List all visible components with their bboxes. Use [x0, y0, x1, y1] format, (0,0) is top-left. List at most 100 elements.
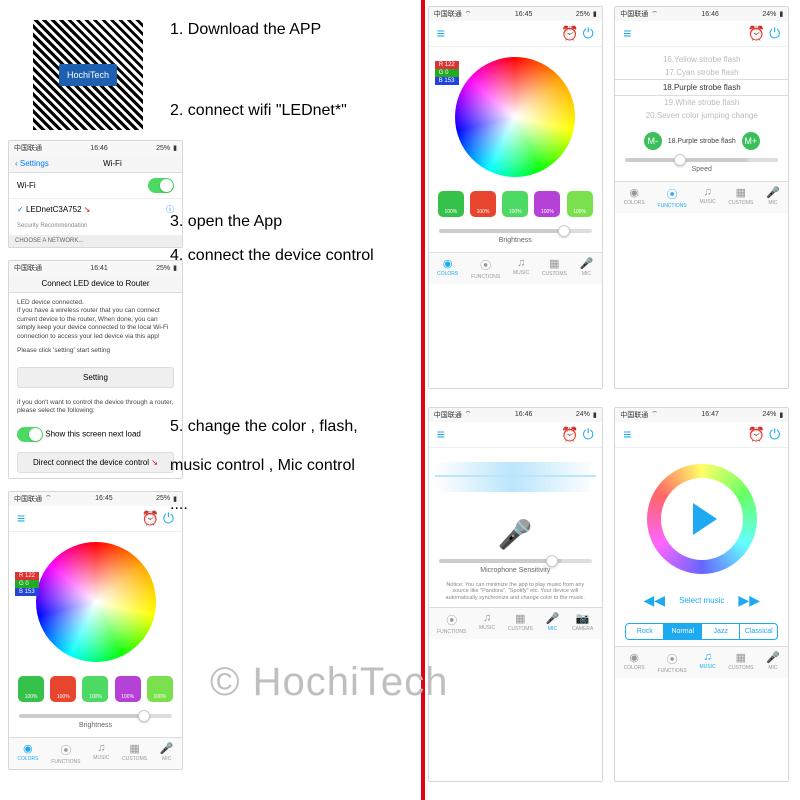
- router-title: Connect LED device to Router: [41, 279, 149, 288]
- tab-mic[interactable]: 🎤MIC: [546, 612, 560, 635]
- swatch[interactable]: 100%: [115, 676, 141, 702]
- tab-customs[interactable]: ▦CUSTOMS: [728, 186, 753, 209]
- swatch[interactable]: 100%: [82, 676, 108, 702]
- mode-minus-button[interactable]: M-: [644, 132, 662, 150]
- tab-mic[interactable]: 🎤MIC: [766, 651, 780, 674]
- swatch[interactable]: 100%: [470, 191, 496, 217]
- tab-music[interactable]: ♫MUSIC: [700, 186, 716, 209]
- menu-icon[interactable]: ≡: [623, 426, 631, 443]
- screen-title: Wi-Fi: [103, 159, 122, 168]
- tab-mic[interactable]: 🎤MIC: [766, 186, 780, 209]
- tab-customs[interactable]: ▦CUSTOMS: [542, 257, 567, 280]
- tab-functions[interactable]: ⦿FUNCTIONS: [437, 612, 466, 635]
- power-icon[interactable]: ⏻: [583, 25, 594, 41]
- tab-functions[interactable]: ⦿FUNCTIONS: [658, 186, 687, 209]
- tab-customs[interactable]: ▦CUSTOMS: [122, 742, 147, 765]
- mode-plus-button[interactable]: M+: [742, 132, 760, 150]
- mic-button[interactable]: 🎤: [429, 506, 602, 555]
- wifi-toggle[interactable]: [148, 178, 174, 193]
- play-icon: [693, 503, 717, 535]
- rgb-readout: R 122G 0B 153: [435, 61, 459, 85]
- carrier-label: 中国联通: [14, 143, 42, 153]
- tab-customs[interactable]: ▦CUSTOMS: [728, 651, 753, 674]
- menu-icon[interactable]: ≡: [437, 25, 445, 42]
- timer-icon[interactable]: ⏰: [748, 25, 765, 41]
- waveform-display: [435, 462, 596, 492]
- router-para1: LED device connected. if you have a wire…: [9, 293, 182, 347]
- instruction-5c: ....: [170, 495, 374, 516]
- swatch[interactable]: 100%: [438, 191, 464, 217]
- brightness-slider[interactable]: [19, 714, 172, 718]
- tab-colors[interactable]: ◉COLORS: [624, 186, 645, 209]
- swatch[interactable]: 100%: [567, 191, 593, 217]
- genre-classical[interactable]: Classical: [740, 624, 777, 639]
- mic-screenshot: 中国联通 ⌔16:4624%▮ ≡⏰ ⏻ 🎤 Microphone Sensit…: [428, 407, 603, 783]
- swatch[interactable]: 100%: [18, 676, 44, 702]
- genre-rock[interactable]: Rock: [626, 624, 664, 639]
- effect-picker[interactable]: 16.Yellow strobe flash 17.Cyan strobe fl…: [615, 47, 788, 128]
- wifi-settings-screenshot: 中国联通 16:46 25%▮ ‹ Settings Wi-Fi Wi-Fi ✓…: [8, 140, 183, 248]
- router-para2: Please click 'setting' start setting: [9, 347, 182, 361]
- next-track-button[interactable]: ▶▶: [738, 592, 760, 609]
- tab-functions[interactable]: ⦿FUNCTIONS: [658, 651, 687, 674]
- timer-icon[interactable]: ⏰: [561, 426, 578, 442]
- tab-mic[interactable]: 🎤MIC: [580, 257, 594, 280]
- menu-icon[interactable]: ≡: [623, 25, 631, 42]
- tab-music[interactable]: ♫MUSIC: [513, 257, 529, 280]
- power-icon[interactable]: ⏻: [769, 25, 780, 41]
- instruction-5a: 5. change the color , flash,: [170, 417, 374, 438]
- swatch[interactable]: 100%: [534, 191, 560, 217]
- play-button[interactable]: [647, 464, 757, 574]
- instruction-list: 1. Download the APP 2. connect wifi "LED…: [170, 20, 374, 516]
- genre-normal[interactable]: Normal: [664, 624, 702, 639]
- brightness-slider[interactable]: [439, 229, 592, 233]
- timer-icon[interactable]: ⏰: [142, 510, 159, 526]
- color-wheel[interactable]: [36, 542, 156, 662]
- prev-track-button[interactable]: ◀◀: [644, 592, 666, 609]
- qr-code: HochiTech: [33, 20, 143, 130]
- status-time: 16:46: [90, 145, 108, 152]
- menu-icon[interactable]: ≡: [437, 426, 445, 443]
- router-para3: if you don't want to control the device …: [9, 393, 182, 422]
- tab-colors[interactable]: ◉COLORS: [624, 651, 645, 674]
- rgb-readout: R 122 G 0 B 153: [15, 572, 39, 596]
- menu-icon[interactable]: ≡: [17, 510, 25, 527]
- tab-functions[interactable]: ⦿FUNCTIONS: [471, 257, 500, 280]
- power-icon[interactable]: ⏻: [769, 426, 780, 442]
- mic-sensitivity-slider[interactable]: [439, 559, 592, 563]
- color-wheel[interactable]: [455, 57, 575, 177]
- select-music-button[interactable]: Select music: [679, 596, 724, 605]
- tab-functions[interactable]: ⦿FUNCTIONS: [51, 742, 80, 765]
- choose-network-header: CHOOSE A NETWORK...: [9, 235, 182, 247]
- tab-mic[interactable]: 🎤MIC: [160, 742, 174, 765]
- tab-music[interactable]: ♫MUSIC: [93, 742, 109, 765]
- genre-jazz[interactable]: Jazz: [702, 624, 740, 639]
- functions-screenshot: 中国联通 ⌔16:4624%▮ ≡⏰ ⏻ 16.Yellow strobe fl…: [614, 6, 789, 389]
- tab-colors[interactable]: ◉COLORS: [17, 742, 38, 765]
- direct-connect-button[interactable]: Direct connect the device control ↘: [17, 452, 174, 473]
- tab-colors[interactable]: ◉COLORS: [437, 257, 458, 280]
- timer-icon[interactable]: ⏰: [748, 426, 765, 442]
- network-subtitle: Security Recommendation: [9, 220, 182, 235]
- setting-button[interactable]: Setting: [17, 367, 174, 388]
- current-mode-label: 18.Purple strobe flash: [668, 138, 736, 145]
- speed-slider[interactable]: [625, 158, 778, 162]
- tab-camera[interactable]: 📷CAMERA: [572, 612, 593, 635]
- battery-label: 25%: [156, 145, 170, 152]
- show-next-toggle[interactable]: [17, 427, 43, 442]
- annotation-arrow-icon: ↘: [84, 205, 91, 214]
- back-button[interactable]: ‹ Settings: [15, 159, 49, 168]
- instruction-2: 2. connect wifi "LEDnet*": [170, 101, 374, 122]
- power-icon[interactable]: ⏻: [583, 426, 594, 442]
- swatch[interactable]: 100%: [147, 676, 173, 702]
- swatch[interactable]: 100%: [502, 191, 528, 217]
- tab-customs[interactable]: ▦CUSTOMS: [508, 612, 533, 635]
- colors-screenshot-right: 中国联通 ⌔16:4525%▮ ≡⏰ ⏻ R 122G 0B 153 100% …: [428, 6, 603, 389]
- tab-music[interactable]: ♫MUSIC: [479, 612, 495, 635]
- timer-icon[interactable]: ⏰: [561, 25, 578, 41]
- colors-screenshot-left: 中国联通 ⌔ 16:45 25%▮ ≡ ⏰ ⏻ R 122 G 0 B 153 …: [8, 491, 183, 770]
- annotation-arrow-icon: ↘: [151, 458, 158, 467]
- network-name[interactable]: LEDnetC3A752: [26, 205, 82, 214]
- tab-music[interactable]: ♫MUSIC: [700, 651, 716, 674]
- swatch[interactable]: 100%: [50, 676, 76, 702]
